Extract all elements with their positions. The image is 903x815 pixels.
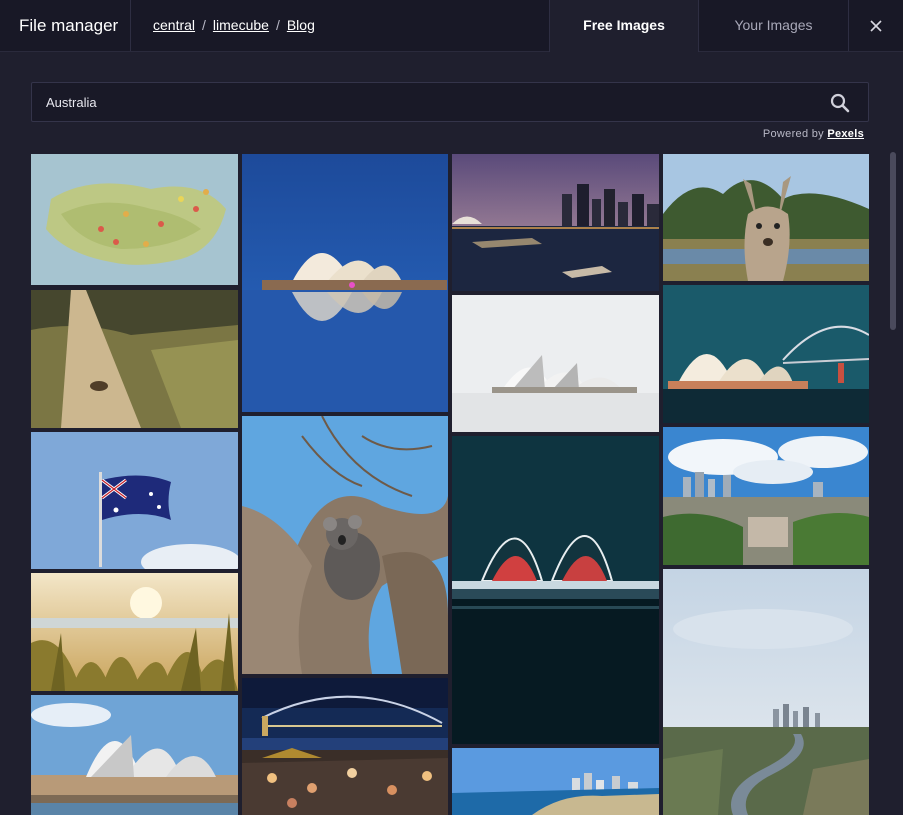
image-coastal-city[interactable] — [452, 748, 659, 815]
breadcrumb-separator: / — [275, 17, 280, 33]
image-kangaroo-portrait[interactable] — [663, 154, 869, 281]
pexels-link[interactable]: Pexels — [827, 128, 864, 140]
close-button[interactable] — [848, 0, 903, 51]
breadcrumb-link-blog[interactable]: Blog — [287, 17, 315, 33]
image-opera-house-reflection[interactable] — [242, 154, 448, 412]
close-icon — [870, 19, 882, 32]
image-kangaroo-on-road[interactable] — [31, 290, 238, 428]
image-aerial-city-river[interactable] — [663, 569, 869, 815]
image-opera-house-daytime[interactable] — [31, 695, 238, 815]
image-australian-flag[interactable] — [31, 432, 238, 569]
gallery-scrollbar[interactable] — [890, 152, 896, 330]
search-input[interactable] — [46, 83, 806, 121]
app-title: File manager — [0, 0, 131, 51]
pexels-attribution: Powered by Pexels — [763, 128, 864, 140]
breadcrumb: central / limecube / Blog — [153, 0, 315, 51]
image-sydney-skyline-dusk[interactable] — [452, 154, 659, 291]
breadcrumb-link-limecube[interactable]: limecube — [213, 17, 269, 33]
tab-your-images[interactable]: Your Images — [699, 0, 848, 52]
search-box — [31, 82, 869, 122]
image-beach-grass-sunset[interactable] — [31, 573, 238, 691]
breadcrumb-link-central[interactable]: central — [153, 17, 195, 33]
image-opera-house-night[interactable] — [452, 436, 659, 744]
image-opera-house-bridge[interactable] — [663, 285, 869, 423]
image-map-of-australia[interactable] — [31, 154, 238, 285]
image-harbour-bridge-night[interactable] — [242, 678, 448, 815]
search-icon[interactable] — [830, 93, 850, 113]
header-bar: File manager central / limecube / Blog Free … — [0, 0, 903, 52]
image-opera-house-fog[interactable] — [452, 295, 659, 432]
tab-free-images[interactable]: Free Images — [549, 0, 699, 52]
image-city-skyline-clouds[interactable] — [663, 427, 869, 565]
file-manager-window: File manager central / limecube / Blog Free … — [0, 0, 903, 815]
attribution-prefix: Powered by — [762, 128, 824, 140]
image-koala-in-tree[interactable] — [242, 416, 448, 674]
breadcrumb-separator: / — [202, 17, 206, 33]
image-gallery — [31, 154, 869, 815]
